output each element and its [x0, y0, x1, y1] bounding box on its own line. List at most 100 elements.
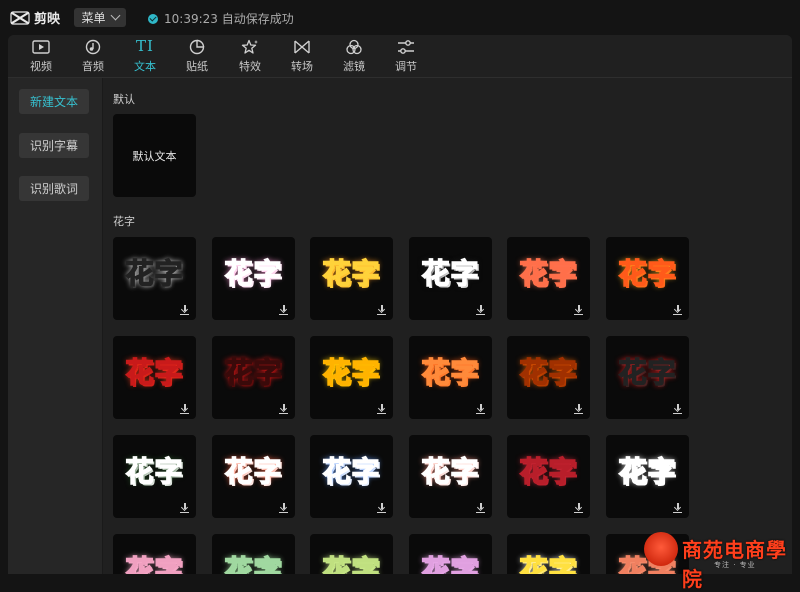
download-icon-base: [574, 511, 583, 513]
huazi-preview-text: 花字: [519, 553, 578, 574]
huazi-style-card[interactable]: 花字: [606, 237, 689, 320]
huazi-style-card[interactable]: 花字: [310, 336, 393, 419]
huazi-style-card[interactable]: 花字: [212, 336, 295, 419]
watermark-subtext: 专注 · 专业: [714, 561, 756, 569]
sidebar-item-recognize-lyrics[interactable]: 识别歌词: [19, 176, 89, 201]
tab-audio[interactable]: 音频: [67, 35, 119, 77]
download-icon-base: [574, 313, 583, 315]
download-icon-base: [377, 313, 386, 315]
huazi-preview-text: 花字: [421, 256, 480, 291]
download-icon-base: [574, 412, 583, 414]
tab-label: 视频: [30, 60, 52, 73]
huazi-preview-text: 花字: [125, 553, 184, 574]
section-title-huazi: 花字: [113, 215, 135, 228]
huazi-style-card[interactable]: 花字: [507, 336, 590, 419]
huazi-style-card[interactable]: 花字: [507, 237, 590, 320]
download-icon-base: [377, 511, 386, 513]
huazi-style-card[interactable]: 花字: [113, 435, 196, 518]
huazi-preview-text: 花字: [125, 355, 184, 390]
chevron-down-icon: [110, 10, 120, 21]
tab-label: 滤镜: [343, 60, 365, 73]
menu-button[interactable]: 菜单: [74, 8, 126, 27]
huazi-style-card[interactable]: 花字: [507, 435, 590, 518]
autosave-text: 10:39:23 自动保存成功: [164, 12, 294, 26]
huazi-style-card[interactable]: 花字: [212, 534, 295, 574]
download-icon-base: [673, 511, 682, 513]
huazi-preview-text: 花字: [125, 256, 184, 291]
huazi-preview-text: 花字: [322, 454, 381, 489]
text-sidebar: 新建文本 识别字幕 识别歌词: [8, 78, 103, 574]
adjust-icon: [398, 40, 414, 54]
tab-label: 调节: [395, 60, 417, 73]
check-circle-icon: [148, 13, 158, 24]
huazi-preview-text: 花字: [618, 454, 677, 489]
menu-label: 菜单: [81, 11, 106, 25]
download-icon-base: [476, 313, 485, 315]
category-tabs: 视频 音频 TI 文本 贴纸 特效 转场 滤镜 调节: [8, 35, 792, 78]
huazi-style-card[interactable]: 花字: [507, 534, 590, 574]
download-icon-base: [673, 313, 682, 315]
sidebar-item-recognize-subtitles[interactable]: 识别字幕: [19, 133, 89, 158]
section-title-default: 默认: [113, 93, 135, 106]
huazi-preview-text: 花字: [421, 553, 480, 574]
huazi-preview-text: 花字: [322, 553, 381, 574]
tab-label: 音频: [82, 60, 104, 73]
download-icon-base: [279, 511, 288, 513]
tab-text[interactable]: TI 文本: [119, 35, 171, 77]
huazi-style-card[interactable]: 花字: [113, 237, 196, 320]
huazi-preview-text: 花字: [322, 256, 381, 291]
tab-label: 转场: [291, 60, 313, 73]
app-logo: 剪映: [10, 8, 60, 27]
huazi-preview-text: 花字: [519, 256, 578, 291]
tab-adjust[interactable]: 调节: [380, 35, 432, 77]
audio-icon: [85, 39, 101, 55]
tab-filter[interactable]: 滤镜: [328, 35, 380, 77]
huazi-preview-text: 花字: [421, 454, 480, 489]
video-icon: [32, 40, 50, 54]
tab-label: 贴纸: [186, 60, 208, 73]
title-bar: 剪映 菜单 10:39:23 自动保存成功: [0, 0, 800, 35]
huazi-style-card[interactable]: 花字: [606, 435, 689, 518]
huazi-style-card[interactable]: 花字: [409, 336, 492, 419]
huazi-style-card[interactable]: 花字: [310, 534, 393, 574]
huazi-style-card[interactable]: 花字: [310, 237, 393, 320]
huazi-style-card[interactable]: 花字: [113, 534, 196, 574]
huazi-preview-text: 花字: [224, 454, 283, 489]
tab-video[interactable]: 视频: [15, 35, 67, 77]
huazi-style-card[interactable]: 花字: [310, 435, 393, 518]
huazi-preview-text: 花字: [421, 355, 480, 390]
text-icon: TI: [136, 37, 154, 55]
tab-sticker[interactable]: 贴纸: [171, 35, 223, 77]
huazi-preview-text: 花字: [125, 454, 184, 489]
huazi-preview-text: 花字: [224, 355, 283, 390]
download-icon-base: [673, 412, 682, 414]
huazi-style-card[interactable]: 花字: [212, 435, 295, 518]
watermark-logo-icon: [644, 532, 678, 566]
autosave-status: 10:39:23 自动保存成功: [148, 10, 294, 27]
huazi-style-card[interactable]: 花字: [113, 336, 196, 419]
download-icon-base: [180, 313, 189, 315]
huazi-preview-text: 花字: [224, 553, 283, 574]
default-text-card[interactable]: 默认文本: [113, 114, 196, 197]
download-icon-base: [180, 412, 189, 414]
tab-effects[interactable]: 特效: [224, 35, 276, 77]
default-text-label: 默认文本: [132, 149, 177, 163]
text-content: 默认 默认文本 花字 花字 花字 花字 花字 花字 花字 花字 花字 花字 花字 花字 花字 花字 花字花…: [103, 78, 792, 574]
sidebar-item-new-text[interactable]: 新建文本: [19, 89, 89, 114]
huazi-preview-text: 花字: [519, 454, 578, 489]
huazi-preview-text: 花字: [519, 355, 578, 390]
tab-label: 文本: [134, 60, 156, 73]
download-icon-base: [476, 511, 485, 513]
huazi-style-card[interactable]: 花字: [409, 237, 492, 320]
tab-transition[interactable]: 转场: [276, 35, 328, 77]
capcut-logo-icon: [10, 10, 30, 26]
download-icon-base: [279, 412, 288, 414]
huazi-style-card[interactable]: 花字: [212, 237, 295, 320]
app-name: 剪映: [34, 12, 61, 27]
huazi-preview-text: 花字: [618, 256, 677, 291]
huazi-style-card[interactable]: 花字: [606, 336, 689, 419]
huazi-style-card[interactable]: 花字: [409, 534, 492, 574]
sticker-icon: [189, 39, 205, 55]
huazi-style-card[interactable]: 花字: [409, 435, 492, 518]
tab-label: 特效: [239, 60, 261, 73]
